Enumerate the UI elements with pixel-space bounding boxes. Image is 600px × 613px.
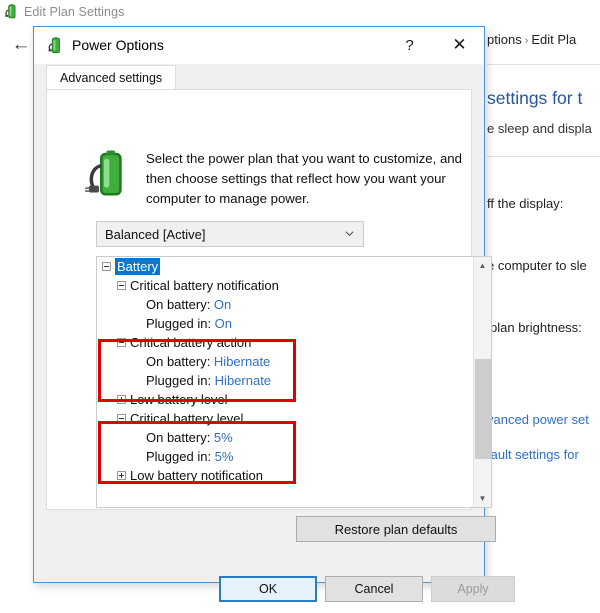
- link-restore-default-settings[interactable]: fault settings for: [487, 447, 579, 462]
- tree-row[interactable]: Critical battery notification: [97, 276, 473, 295]
- power-plan-select[interactable]: Balanced [Active]: [96, 221, 364, 247]
- tree-items-container: Battery Critical battery notification On b…: [97, 257, 473, 507]
- tree-row[interactable]: On battery: Hibernate: [97, 352, 473, 371]
- tree-row-label: On battery:: [146, 297, 214, 312]
- background-window-titlebar: Edit Plan Settings: [0, 0, 600, 24]
- tree-row-label: Critical battery notification: [130, 278, 279, 293]
- tree-row-value[interactable]: Hibernate: [215, 373, 271, 388]
- expand-icon[interactable]: [117, 471, 126, 480]
- dialog-titlebar: Power Options ? ✕: [34, 27, 484, 64]
- breadcrumb: ptions›Edit Pla: [487, 32, 576, 47]
- content-divider: [487, 156, 600, 157]
- restore-plan-defaults-button[interactable]: Restore plan defaults: [296, 516, 496, 542]
- page-subtitle: e sleep and displa: [487, 121, 592, 136]
- breadcrumb-parent[interactable]: ptions: [487, 32, 522, 47]
- scrollbar-thumb[interactable]: [475, 359, 491, 459]
- power-battery-icon: [84, 148, 130, 206]
- tree-row-value[interactable]: 5%: [214, 430, 233, 445]
- back-arrow-icon[interactable]: ←: [6, 35, 36, 54]
- setting-row-turn-off-display: ff the display:: [487, 196, 563, 211]
- tree-row[interactable]: Plugged in: Hibernate: [97, 371, 473, 390]
- ok-button-label: OK: [259, 582, 277, 596]
- page-title: settings for t: [487, 88, 582, 109]
- setting-row-sleep: e computer to sle: [487, 258, 587, 273]
- question-mark-icon[interactable]: ?: [387, 27, 432, 63]
- tree-row[interactable]: Plugged in: 5%: [97, 447, 473, 466]
- power-battery-icon: [46, 36, 65, 55]
- ok-button[interactable]: OK: [219, 576, 317, 602]
- cancel-button-label: Cancel: [355, 582, 394, 596]
- apply-button: Apply: [431, 576, 515, 602]
- tree-row-label: Plugged in:: [146, 316, 215, 331]
- tree-row[interactable]: On battery: On: [97, 295, 473, 314]
- advanced-settings-tree[interactable]: Battery Critical battery notification On b…: [96, 256, 492, 508]
- link-change-advanced-power-settings[interactable]: vanced power set: [487, 412, 589, 427]
- power-plan-select-value: Balanced [Active]: [105, 227, 205, 242]
- tree-row[interactable]: Critical battery level: [97, 409, 473, 428]
- collapse-icon[interactable]: [117, 281, 126, 290]
- tree-row[interactable]: On battery: 5%: [97, 428, 473, 447]
- power-battery-icon: [3, 3, 20, 20]
- dialog-intro-text: Select the power plan that you want to c…: [146, 149, 491, 209]
- tree-row-label: Battery: [115, 258, 160, 275]
- collapse-icon[interactable]: [102, 262, 111, 271]
- tree-row-label: On battery:: [146, 354, 214, 369]
- tabstrip: Advanced settings: [34, 64, 484, 90]
- setting-row-brightness: plan brightness:: [490, 320, 582, 335]
- tree-row-label: Low battery level: [130, 392, 228, 407]
- restore-plan-defaults-label: Restore plan defaults: [335, 522, 458, 537]
- power-options-dialog: Power Options ? ✕ Advanced settings Sele…: [33, 26, 485, 583]
- tree-row-label: Plugged in:: [146, 373, 215, 388]
- close-icon[interactable]: ✕: [437, 27, 482, 63]
- tree-scrollbar[interactable]: ▲ ▼: [473, 257, 491, 507]
- background-window-title: Edit Plan Settings: [24, 5, 124, 19]
- collapse-icon[interactable]: [117, 338, 126, 347]
- expand-icon[interactable]: [117, 395, 126, 404]
- apply-button-label: Apply: [457, 582, 488, 596]
- tree-row[interactable]: Low battery level: [97, 390, 473, 409]
- tree-row-label: On battery:: [146, 430, 214, 445]
- tree-row-label: Critical battery action: [130, 335, 251, 350]
- tree-row[interactable]: Plugged in: On: [97, 314, 473, 333]
- tree-row-label: Critical battery level: [130, 411, 243, 426]
- tab-advanced-settings-label: Advanced settings: [60, 71, 162, 85]
- tree-row-value[interactable]: 5%: [215, 449, 234, 464]
- tree-row-value[interactable]: On: [214, 297, 231, 312]
- chevron-down-icon[interactable]: ▼: [474, 490, 491, 507]
- chevron-down-icon: [345, 229, 354, 238]
- tree-row[interactable]: Low battery notification: [97, 466, 473, 485]
- chevron-up-icon[interactable]: ▲: [474, 257, 491, 274]
- dialog-title: Power Options: [72, 37, 164, 53]
- tree-row[interactable]: Critical battery action: [97, 333, 473, 352]
- tree-row-value[interactable]: On: [215, 316, 232, 331]
- tree-row-label: Low battery notification: [130, 468, 263, 483]
- tree-row-label: Plugged in:: [146, 449, 215, 464]
- breadcrumb-separator-icon: ›: [522, 35, 532, 47]
- cancel-button[interactable]: Cancel: [325, 576, 423, 602]
- tab-advanced-settings[interactable]: Advanced settings: [46, 65, 176, 90]
- tree-row-value[interactable]: Hibernate: [214, 354, 270, 369]
- collapse-icon[interactable]: [117, 414, 126, 423]
- background-window-content: settings for t e sleep and displa ff the…: [487, 64, 600, 584]
- tree-row[interactable]: Battery: [97, 257, 473, 276]
- breadcrumb-current: Edit Pla: [531, 32, 576, 47]
